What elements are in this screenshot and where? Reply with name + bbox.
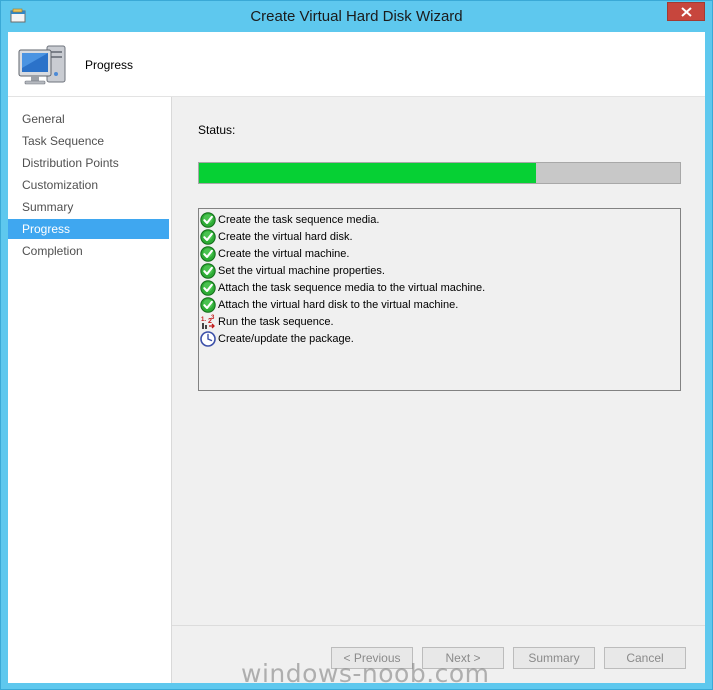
step-list: Create the task sequence media. Create t… <box>198 208 681 391</box>
step-row: Attach the virtual hard disk to the virt… <box>200 296 680 313</box>
step-row: Create the task sequence media. <box>200 211 680 228</box>
nav-item-task-sequence[interactable]: Task Sequence <box>8 131 169 151</box>
close-button[interactable] <box>667 2 705 21</box>
step-text: Run the task sequence. <box>218 315 334 328</box>
nav-item-general[interactable]: General <box>8 109 169 129</box>
progress-fill <box>199 163 536 183</box>
wizard-header: Progress <box>8 32 705 97</box>
nav-item-completion[interactable]: Completion <box>8 241 169 261</box>
previous-button[interactable]: < Previous <box>331 647 413 669</box>
wizard-window: Create Virtual Hard Disk Wizard Progress… <box>0 0 713 690</box>
svg-text:3: 3 <box>211 315 215 321</box>
cancel-button[interactable]: Cancel <box>604 647 686 669</box>
step-text: Attach the virtual hard disk to the virt… <box>218 298 459 311</box>
summary-button[interactable]: Summary <box>513 647 595 669</box>
step-row: Create the virtual hard disk. <box>200 228 680 245</box>
step-text: Create the virtual hard disk. <box>218 230 353 243</box>
step-text: Create the virtual machine. <box>218 247 350 260</box>
task-sequence-icon: 1. 2 3 <box>200 314 216 330</box>
checkmark-icon <box>200 279 216 296</box>
footer-divider <box>172 625 705 626</box>
step-text: Create/update the package. <box>218 332 354 345</box>
title-bar[interactable]: Create Virtual Hard Disk Wizard <box>1 1 712 32</box>
status-label: Status: <box>198 123 236 137</box>
step-row: Set the virtual machine properties. <box>200 262 680 279</box>
step-row: Attach the task sequence media to the vi… <box>200 279 680 296</box>
step-row: Create/update the package. <box>200 330 680 347</box>
checkmark-icon <box>200 228 216 245</box>
step-text: Set the virtual machine properties. <box>218 264 385 277</box>
page-title: Progress <box>85 58 134 72</box>
wizard-client: Progress General Task Sequence Distribut… <box>8 32 705 683</box>
close-icon <box>680 6 692 17</box>
checkmark-icon <box>200 211 216 228</box>
nav-item-customization[interactable]: Customization <box>8 175 169 195</box>
checkmark-icon <box>200 296 216 313</box>
clock-icon <box>200 330 216 347</box>
nav-item-summary[interactable]: Summary <box>8 197 169 217</box>
checkmark-icon <box>200 245 216 262</box>
window-title: Create Virtual Hard Disk Wizard <box>250 8 463 25</box>
step-row: Create the virtual machine. <box>200 245 680 262</box>
nav-item-distribution-points[interactable]: Distribution Points <box>8 153 169 173</box>
wizard-content: Status: Create the task sequence media. … <box>172 97 705 625</box>
step-text: Attach the task sequence media to the vi… <box>218 281 486 294</box>
step-row: 1. 2 3 Run the task sequence. <box>200 313 680 330</box>
progress-bar <box>198 162 681 184</box>
nav-item-progress[interactable]: Progress <box>8 219 169 239</box>
next-button[interactable]: Next > <box>422 647 504 669</box>
wizard-nav: General Task Sequence Distribution Point… <box>8 97 172 683</box>
computer-icon <box>17 42 69 88</box>
step-text: Create the task sequence media. <box>218 213 380 226</box>
checkmark-icon <box>200 262 216 279</box>
svg-text:1.: 1. <box>201 317 206 323</box>
